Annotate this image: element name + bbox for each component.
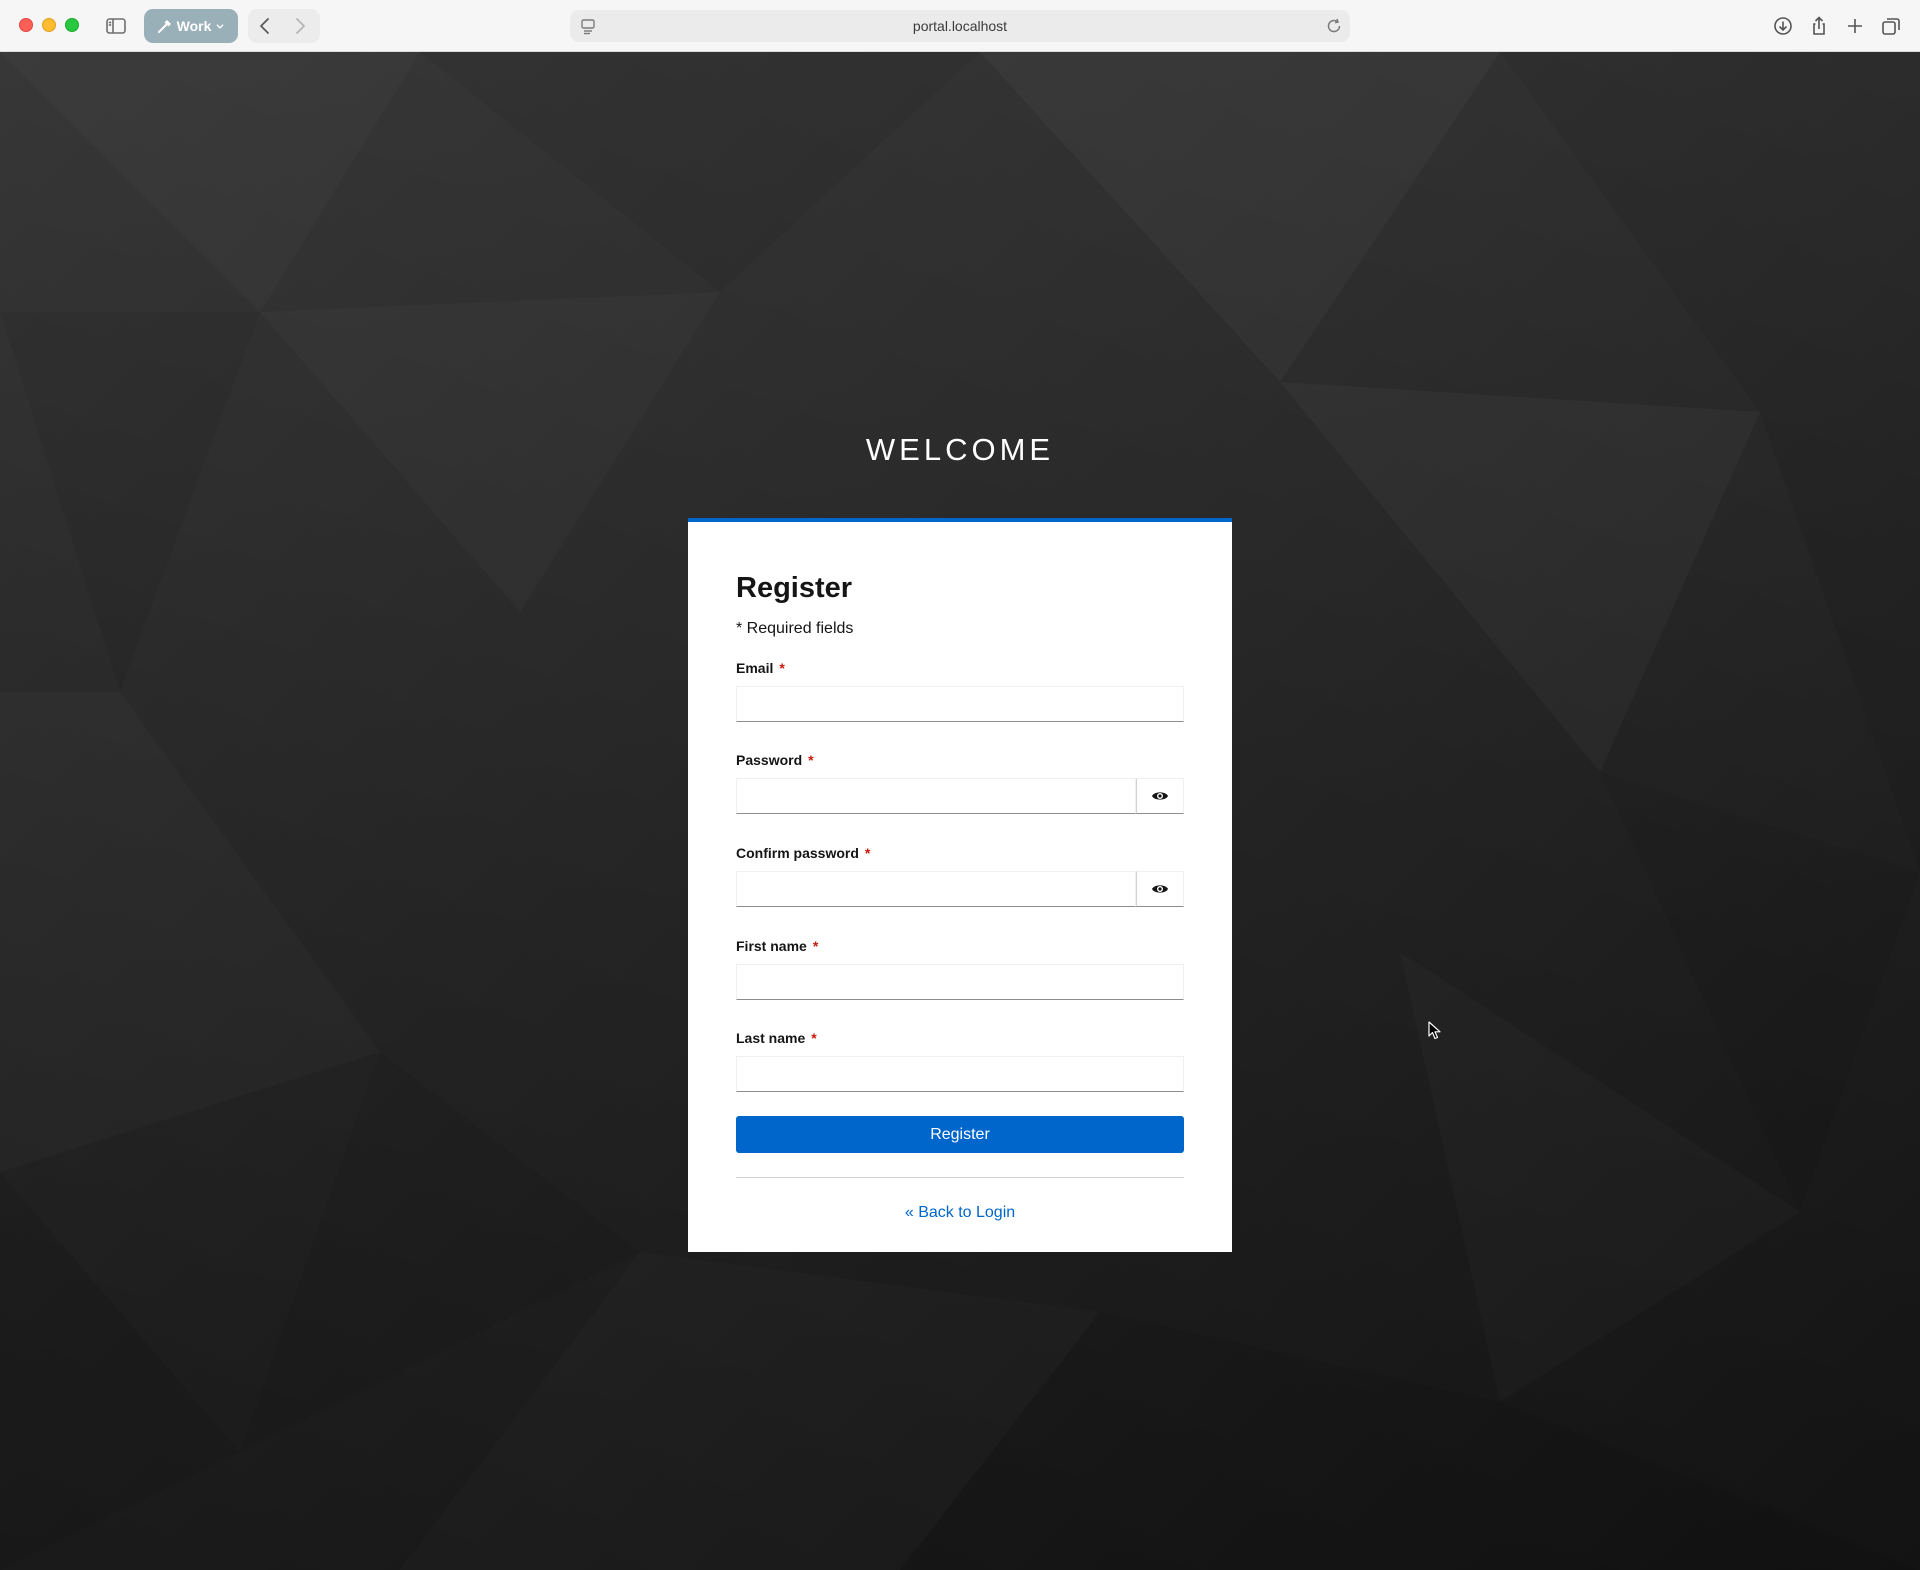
required-marker: * (864, 845, 871, 861)
confirm-password-field-group: Confirm password * (736, 843, 1184, 907)
maximize-window-button[interactable] (65, 18, 79, 32)
profile-label: Work (176, 18, 212, 34)
password-field-group: Password * (736, 750, 1184, 814)
browser-toolbar: Work portal.localhost (0, 0, 1920, 52)
register-button[interactable]: Register (736, 1116, 1184, 1153)
first-name-label: First name * (736, 938, 819, 954)
mouse-cursor-icon (1428, 1021, 1441, 1040)
first-name-input[interactable] (736, 964, 1184, 1000)
eye-icon (1152, 885, 1168, 893)
profile-button[interactable]: Work (144, 9, 238, 43)
required-fields-note: * Required fields (736, 620, 854, 637)
sidebar-toggle-icon[interactable] (104, 14, 128, 38)
confirm-password-input[interactable] (736, 871, 1136, 907)
back-icon[interactable] (253, 14, 277, 38)
browser-window: Work portal.localhost WELCOME Register *… (0, 0, 1920, 1570)
url-text: portal.localhost (912, 18, 1008, 34)
share-icon[interactable] (1807, 14, 1831, 38)
close-window-button[interactable] (19, 18, 33, 32)
downloads-icon[interactable] (1771, 14, 1795, 38)
required-marker: * (808, 752, 814, 768)
show-password-button[interactable] (1136, 778, 1184, 814)
show-confirm-password-button[interactable] (1136, 871, 1184, 907)
tab-overview-icon[interactable] (1879, 14, 1903, 38)
forward-icon[interactable] (288, 14, 312, 38)
hammer-icon (157, 20, 171, 33)
last-name-label: Last name * (736, 1030, 817, 1046)
minimize-window-button[interactable] (42, 18, 56, 32)
required-marker: * (811, 1030, 817, 1046)
email-input[interactable] (736, 686, 1184, 722)
email-label: Email * (736, 660, 785, 676)
back-to-login-link[interactable]: « Back to Login (736, 1204, 1184, 1222)
new-tab-icon[interactable] (1843, 14, 1867, 38)
confirm-password-label: Confirm password * (736, 845, 871, 861)
first-name-field-group: First name * (736, 936, 1184, 1000)
last-name-field-group: Last name * (736, 1028, 1184, 1092)
eye-icon (1152, 792, 1168, 800)
form-title: Register (736, 572, 853, 604)
last-name-input[interactable] (736, 1056, 1184, 1092)
register-card: Register * Required fields Email * Passwo… (688, 518, 1232, 1252)
password-input[interactable] (736, 778, 1136, 814)
address-bar[interactable]: portal.localhost (570, 10, 1350, 42)
divider (736, 1177, 1184, 1178)
required-marker: * (779, 660, 785, 676)
chevron-down-icon (216, 24, 224, 29)
required-marker: * (812, 938, 819, 954)
reload-icon[interactable] (1322, 14, 1346, 38)
email-field-group: Email * (736, 658, 1184, 722)
page-heading: WELCOME (865, 432, 1055, 467)
password-label: Password * (736, 752, 814, 768)
page-viewport: WELCOME Register * Required fields Email… (0, 52, 1920, 1570)
